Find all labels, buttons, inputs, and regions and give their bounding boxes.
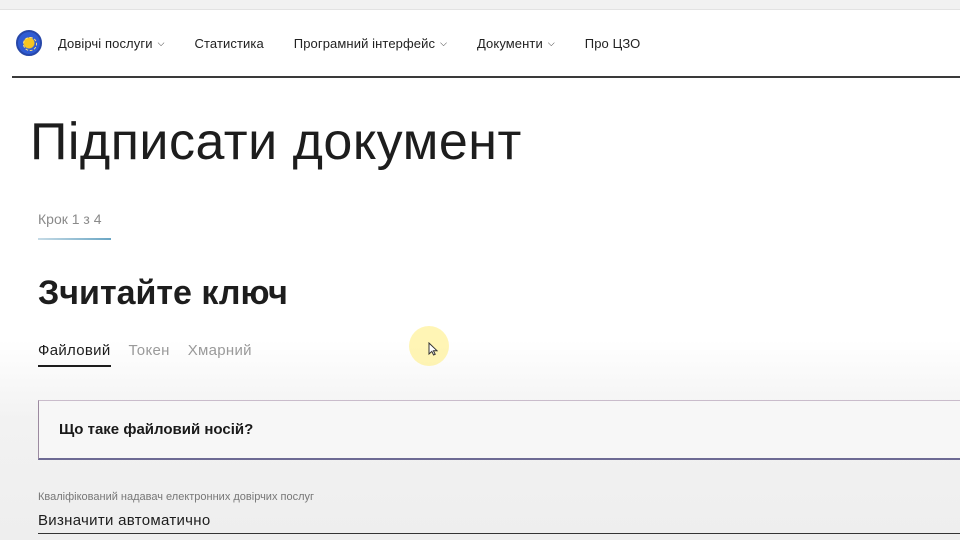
nav-item-label: Документи: [477, 35, 543, 51]
chevron-down-icon: ⌵: [547, 37, 555, 48]
browser-top-strip: [0, 0, 960, 10]
provider-field-label: Кваліфікований надавач електронних довір…: [38, 491, 315, 503]
chevron-down-icon: ⌵: [440, 37, 447, 48]
tab-cloud[interactable]: Хмарний: [188, 342, 252, 367]
mouse-pointer-icon: [428, 342, 438, 356]
nav-item-trust-services[interactable]: Довірчі послуги ⌵: [58, 36, 165, 51]
tab-file[interactable]: Файловий: [38, 342, 111, 367]
nav-item-label: Статистика: [194, 35, 264, 51]
key-type-tabs: Файловий Токен Хмарний: [38, 342, 270, 367]
nav-item-api[interactable]: Програмний інтерфейс ⌵: [294, 36, 447, 51]
tab-token[interactable]: Токен: [129, 342, 170, 367]
page-title: Підписати документ: [30, 113, 522, 171]
nav-item-label: Програмний інтерфейс: [293, 35, 436, 51]
emblem-logo-icon[interactable]: [16, 30, 42, 56]
info-question: Що таке файловий носій?: [59, 421, 254, 438]
nav-item-about[interactable]: Про ЦЗО: [585, 36, 641, 51]
nav-item-label: Довірчі послуги: [58, 35, 153, 51]
nav-item-documents[interactable]: Документи ⌵: [477, 36, 555, 51]
nav-item-label: Про ЦЗО: [584, 35, 641, 51]
file-carrier-info-accordion[interactable]: Що таке файловий носій?: [38, 400, 960, 460]
provider-select[interactable]: Визначити автоматично: [38, 512, 960, 534]
step-indicator: Крок 1 з 4: [38, 211, 102, 227]
step-progress-bar: [38, 238, 111, 240]
section-title: Зчитайте ключ: [38, 274, 288, 312]
chevron-down-icon: ⌵: [157, 37, 165, 48]
nav-item-statistics[interactable]: Статистика: [195, 36, 264, 51]
main-navigation: Довірчі послуги ⌵ Статистика Програмний …: [12, 10, 960, 78]
